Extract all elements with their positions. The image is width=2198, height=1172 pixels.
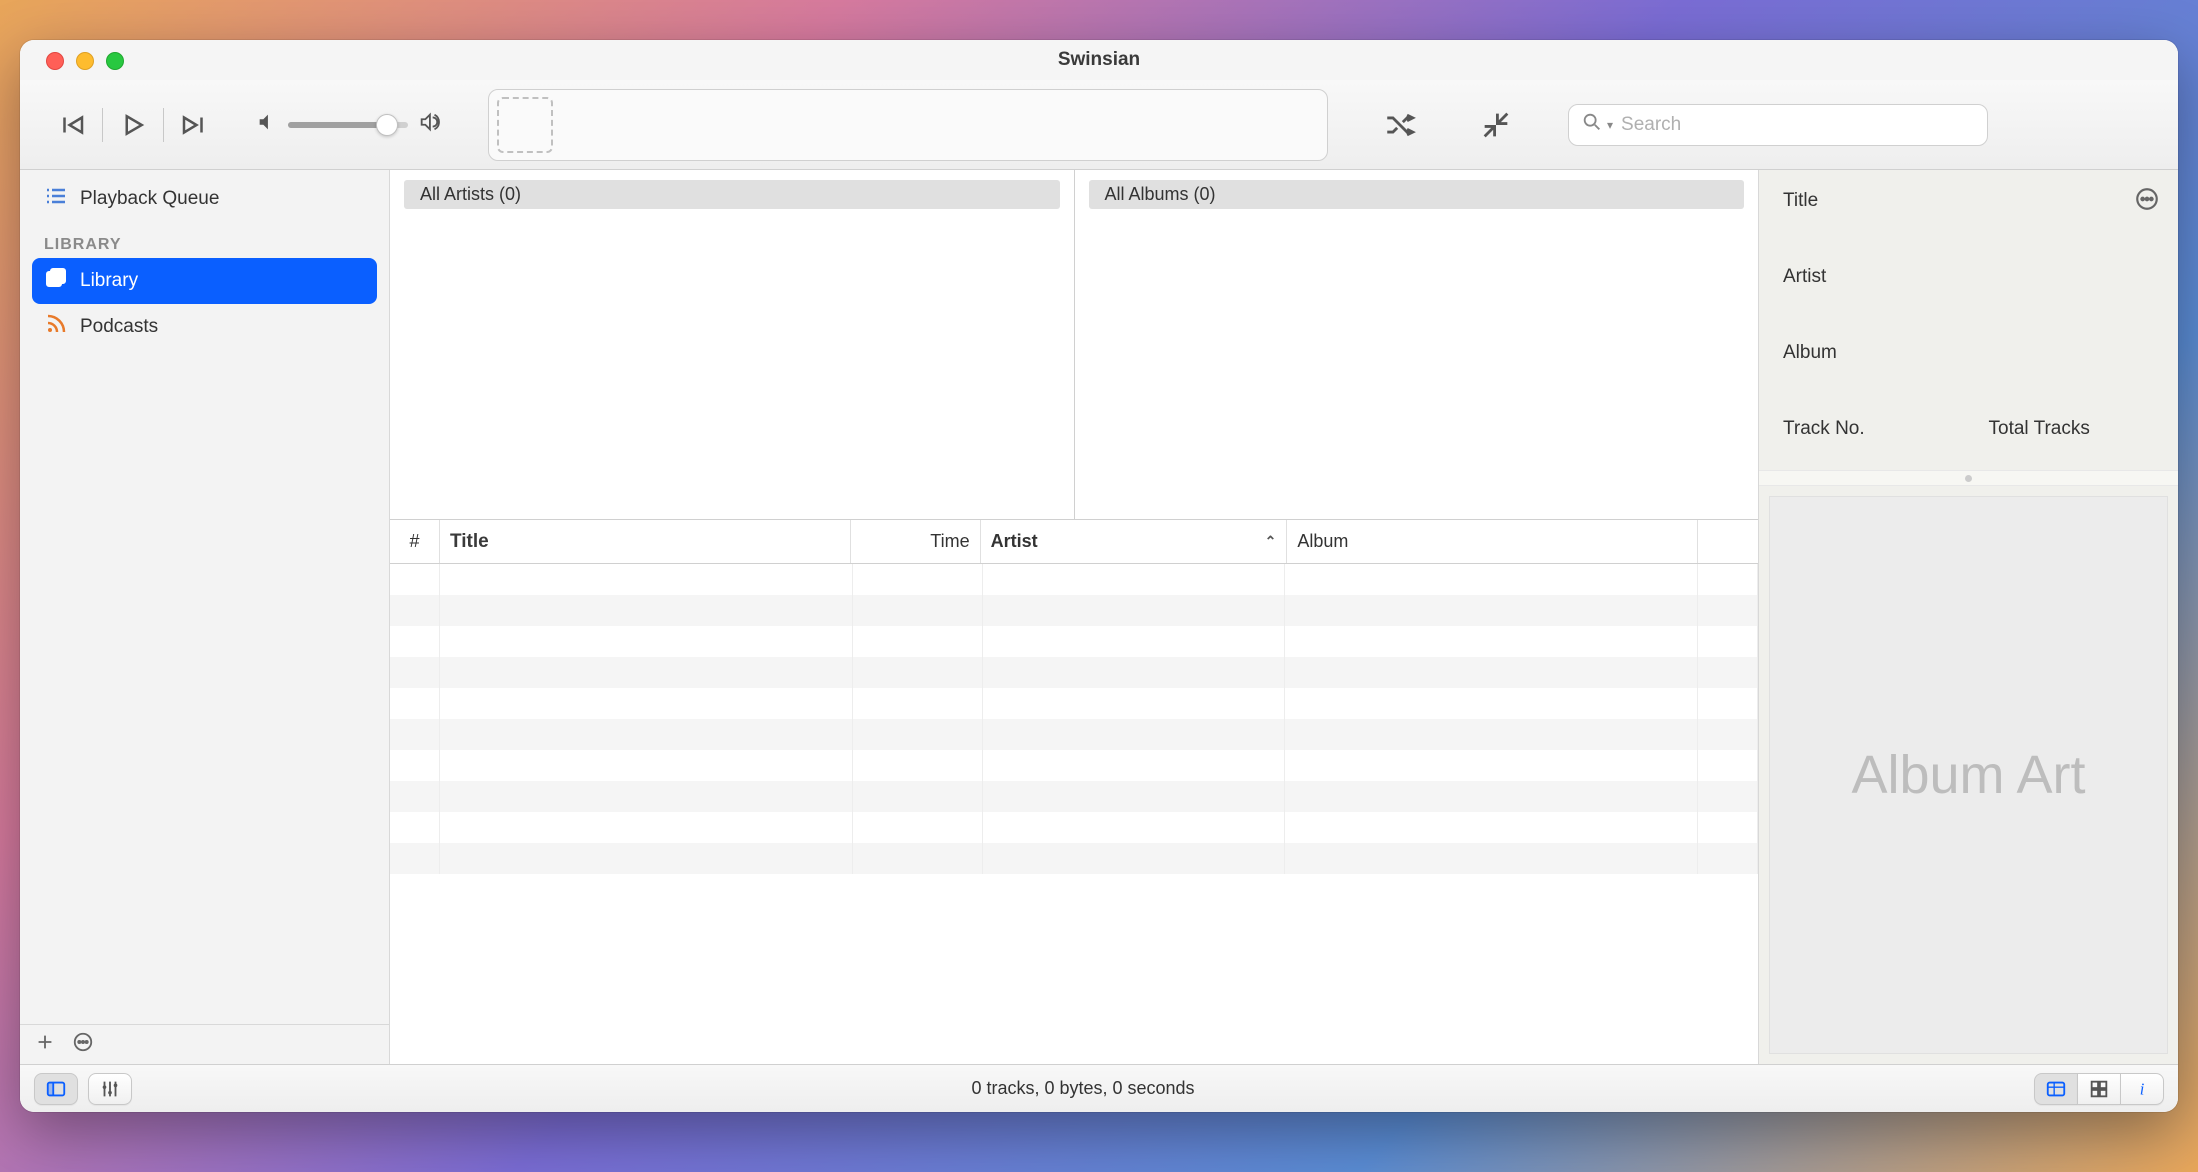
track-rows[interactable] xyxy=(390,564,1758,1064)
search-field[interactable]: ▾ xyxy=(1568,104,1988,146)
tracklist: # Title Time Artist ⌃ Album xyxy=(390,520,1758,1064)
volume-slider[interactable] xyxy=(288,122,408,128)
previous-track-button[interactable] xyxy=(48,101,96,149)
toolbar: ▾ xyxy=(20,80,2178,170)
all-artists-row[interactable]: All Artists (0) xyxy=(404,180,1060,209)
sidebar-item-label: Library xyxy=(80,270,138,292)
center-content: All Artists (0) All Albums (0) # Title T… xyxy=(390,170,1758,1064)
column-header-number[interactable]: # xyxy=(390,520,440,563)
sidebar: Playback Queue LIBRARY Library Podcasts xyxy=(20,170,390,1064)
close-window-button[interactable] xyxy=(46,52,64,70)
main-content: Playback Queue LIBRARY Library Podcasts xyxy=(20,170,2178,1064)
albums-column[interactable]: All Albums (0) xyxy=(1075,170,1759,519)
table-row xyxy=(390,750,1758,781)
minimize-window-button[interactable] xyxy=(76,52,94,70)
titlebar: Swinsian xyxy=(20,40,2178,80)
grid-view-button[interactable] xyxy=(2077,1073,2120,1105)
search-dropdown-icon[interactable]: ▾ xyxy=(1607,118,1613,132)
inspector-artist-label[interactable]: Artist xyxy=(1783,266,2154,288)
column-header-extra[interactable] xyxy=(1698,520,1758,563)
table-row xyxy=(390,564,1758,595)
search-input[interactable] xyxy=(1621,114,1975,136)
column-headers: # Title Time Artist ⌃ Album xyxy=(390,520,1758,564)
zoom-window-button[interactable] xyxy=(106,52,124,70)
volume-min-icon xyxy=(256,111,278,138)
sidebar-item-podcasts[interactable]: Podcasts xyxy=(32,304,377,350)
separator xyxy=(163,108,164,142)
artists-column[interactable]: All Artists (0) xyxy=(390,170,1075,519)
column-header-album[interactable]: Album xyxy=(1287,520,1698,563)
sidebar-more-button[interactable] xyxy=(72,1031,94,1058)
next-track-button[interactable] xyxy=(170,101,218,149)
traffic-lights xyxy=(46,52,124,70)
window-title: Swinsian xyxy=(1058,49,1140,71)
inspector-more-button[interactable] xyxy=(2134,186,2160,217)
shuffle-button[interactable] xyxy=(1376,101,1424,149)
playback-controls xyxy=(48,101,218,149)
table-row xyxy=(390,657,1758,688)
queue-icon xyxy=(44,184,68,214)
volume-max-icon xyxy=(418,111,440,138)
now-playing-display xyxy=(488,89,1328,161)
mini-player-button[interactable] xyxy=(1472,101,1520,149)
list-view-button[interactable] xyxy=(2034,1073,2077,1105)
sidebar-item-label: Podcasts xyxy=(80,316,158,338)
inspector-totaltracks-label[interactable]: Total Tracks xyxy=(1989,418,2155,440)
podcasts-icon xyxy=(44,312,68,342)
inspector-panel: Title Artist Album Track No. Total Track… xyxy=(1758,170,2178,1064)
now-playing-art-placeholder xyxy=(497,97,553,153)
column-header-artist[interactable]: Artist ⌃ xyxy=(981,520,1288,563)
sidebar-bottom-bar xyxy=(20,1024,389,1064)
inspector-trackno-label[interactable]: Track No. xyxy=(1783,418,1949,440)
column-browser: All Artists (0) All Albums (0) xyxy=(390,170,1758,520)
view-mode-segment: i xyxy=(2034,1073,2164,1105)
app-window: Swinsian xyxy=(20,40,2178,1112)
sort-ascending-icon: ⌃ xyxy=(1265,533,1277,550)
search-icon xyxy=(1581,111,1607,138)
sidebar-item-label: Playback Queue xyxy=(80,188,219,210)
sidebar-item-library[interactable]: Library xyxy=(32,258,377,304)
inspector-album-label[interactable]: Album xyxy=(1783,342,2154,364)
separator xyxy=(102,108,103,142)
svg-text:i: i xyxy=(2140,1079,2145,1098)
table-row xyxy=(390,626,1758,657)
inspector-pager[interactable] xyxy=(1759,470,2178,486)
pager-dot-icon xyxy=(1965,475,1972,482)
album-art-placeholder[interactable]: Album Art xyxy=(1769,496,2168,1054)
equalizer-button[interactable] xyxy=(88,1073,132,1105)
status-bar: 0 tracks, 0 bytes, 0 seconds i xyxy=(20,1064,2178,1112)
toggle-sidebar-button[interactable] xyxy=(34,1073,78,1105)
sidebar-section-header: LIBRARY xyxy=(32,222,377,258)
status-text: 0 tracks, 0 bytes, 0 seconds xyxy=(132,1078,2034,1099)
play-button[interactable] xyxy=(109,101,157,149)
table-row xyxy=(390,781,1758,812)
info-view-button[interactable]: i xyxy=(2120,1073,2164,1105)
library-icon xyxy=(44,266,68,296)
sidebar-item-playback-queue[interactable]: Playback Queue xyxy=(32,176,377,222)
table-row xyxy=(390,812,1758,843)
add-playlist-button[interactable] xyxy=(34,1031,56,1058)
table-row xyxy=(390,688,1758,719)
column-header-time[interactable]: Time xyxy=(851,520,981,563)
column-header-title[interactable]: Title xyxy=(440,520,851,563)
inspector-title-label[interactable]: Title xyxy=(1783,190,2154,212)
table-row xyxy=(390,595,1758,626)
all-albums-row[interactable]: All Albums (0) xyxy=(1089,180,1745,209)
table-row xyxy=(390,843,1758,874)
volume-control xyxy=(256,111,440,138)
table-row xyxy=(390,719,1758,750)
